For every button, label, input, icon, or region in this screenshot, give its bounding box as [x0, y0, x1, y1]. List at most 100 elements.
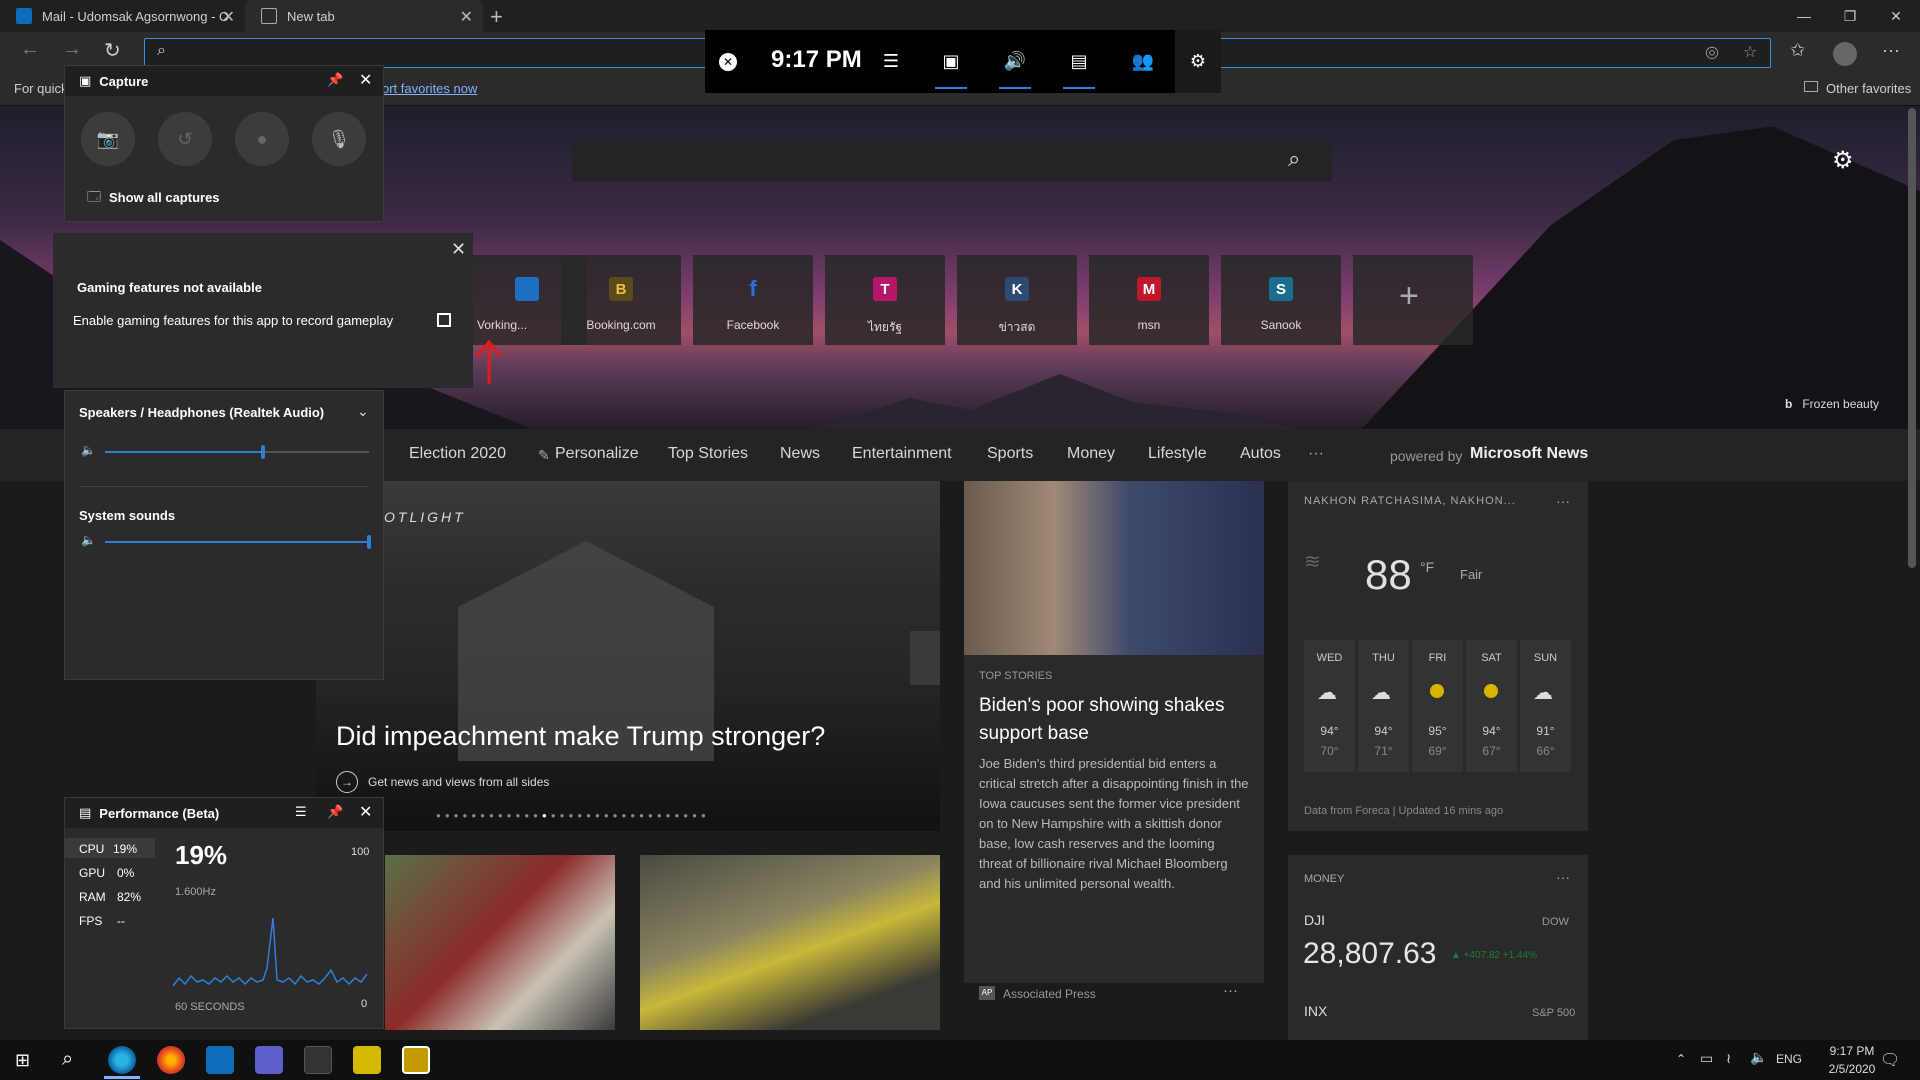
spotlight-headline[interactable]: Did impeachment make Trump stronger? — [336, 721, 825, 752]
quicklink-tile[interactable]: K ข่าวสด — [957, 255, 1077, 345]
quicklink-tile[interactable]: S Sanook — [1221, 255, 1341, 345]
top-story-image[interactable] — [964, 481, 1264, 655]
battery-icon[interactable]: ▭ — [1700, 1050, 1713, 1067]
start-recording-button[interactable]: ● — [235, 112, 289, 166]
weather-location[interactable]: NAKHON RATCHASIMA, NAKHON... — [1304, 495, 1516, 507]
other-favorites[interactable]: Other favorites — [1826, 81, 1911, 96]
page-scrollbar[interactable] — [1908, 108, 1916, 568]
taskbar-time[interactable]: 9:17 PM — [1822, 1044, 1882, 1058]
device-volume-slider[interactable] — [105, 445, 369, 459]
capture-widget-icon[interactable]: ▣ — [925, 30, 977, 93]
nav-more-icon[interactable]: ··· — [1308, 445, 1324, 463]
spotlight-subtitle[interactable]: Get news and views from all sides — [368, 775, 549, 789]
close-icon[interactable]: ✕ — [359, 70, 372, 90]
quicklink-tile[interactable]: T ไทยรัฐ — [825, 255, 945, 345]
spotlight-card[interactable]: OTLIGHT Did impeachment make Trump stron… — [316, 481, 940, 831]
notifications-icon[interactable]: 🗨 — [1880, 1050, 1900, 1070]
sticky-notes-icon[interactable] — [353, 1046, 381, 1074]
news-thumbnail-sports[interactable] — [385, 855, 615, 1030]
app-d-icon[interactable] — [304, 1046, 332, 1074]
chevron-up-icon[interactable]: ⌃ — [1676, 1052, 1686, 1066]
minimize-icon[interactable]: — — [1781, 0, 1827, 32]
system-volume-slider[interactable] — [105, 535, 371, 549]
teams-icon[interactable] — [255, 1046, 283, 1074]
enable-gaming-checkbox[interactable] — [437, 313, 451, 327]
slider-thumb[interactable] — [261, 445, 265, 459]
close-icon[interactable]: ✕ — [359, 802, 372, 822]
temp-unit[interactable]: °F — [1420, 559, 1434, 575]
performance-widget-icon[interactable]: ▤ — [1053, 30, 1105, 93]
refresh-icon[interactable]: ↻ — [104, 38, 121, 63]
stat-name[interactable]: RAM — [79, 890, 106, 904]
mic-toggle-button[interactable]: 🎙 — [312, 112, 366, 166]
forecast-day[interactable]: THU ☁ 94° 71° — [1358, 640, 1409, 772]
favorite-star-icon[interactable]: ☆ — [1743, 42, 1757, 62]
nav-top-stories[interactable]: Top Stories — [668, 445, 748, 463]
outlook-icon[interactable] — [206, 1046, 234, 1074]
more-icon[interactable]: ··· — [1882, 40, 1900, 61]
dji-label[interactable]: DJI — [1304, 912, 1325, 928]
wifi-icon[interactable]: ≀ — [1726, 1050, 1731, 1067]
performance-header[interactable]: ▤ Performance (Beta) ☰ 📌 ✕ — [65, 798, 383, 828]
quicklink-tile[interactable]: f Facebook — [693, 255, 813, 345]
carousel-dots[interactable]: ●●●●●●●●●●●●●●●●●●●●●●●●●●●●●●● — [436, 811, 710, 820]
search-icon[interactable]: ⌕ — [1288, 146, 1300, 172]
app-yellow-icon[interactable] — [402, 1046, 430, 1074]
microsoft-news-brand[interactable]: Microsoft News — [1470, 445, 1588, 463]
inx-label[interactable]: INX — [1304, 1003, 1327, 1019]
nav-entertainment[interactable]: Entertainment — [852, 445, 952, 463]
close-tab-icon[interactable]: ✕ — [222, 7, 235, 27]
close-tab-icon[interactable]: ✕ — [460, 7, 473, 27]
show-all-captures-link[interactable]: Show all captures — [109, 190, 220, 205]
pin-icon[interactable]: 📌 — [327, 804, 343, 820]
stat-name[interactable]: GPU — [79, 866, 105, 880]
volume-icon[interactable]: 🔈 — [1750, 1049, 1767, 1066]
quicklink-tile[interactable]: M msn — [1089, 255, 1209, 345]
nav-sports[interactable]: Sports — [987, 445, 1033, 463]
more-options-icon[interactable]: ··· — [1556, 869, 1570, 885]
forecast-day[interactable]: SUN ☁ 91° 66° — [1520, 640, 1571, 772]
edge-icon[interactable] — [108, 1046, 136, 1074]
capture-header[interactable]: ▣ Capture 📌 ✕ — [65, 66, 383, 96]
widget-menu-icon[interactable]: ☰ — [868, 30, 914, 93]
forecast-day[interactable]: SAT 94° 67° — [1466, 640, 1517, 772]
more-options-icon[interactable]: ··· — [1223, 982, 1238, 999]
xbox-social-icon[interactable]: 👥 — [1117, 30, 1169, 93]
back-icon[interactable]: ← — [20, 38, 40, 61]
close-window-icon[interactable]: ✕ — [1873, 0, 1919, 32]
taskbar-date[interactable]: 2/5/2020 — [1822, 1062, 1882, 1076]
nav-personalize[interactable]: Personalize — [555, 445, 639, 463]
gear-icon[interactable]: ⚙ — [1832, 146, 1854, 175]
import-favorites-link[interactable]: ort favorites now — [382, 81, 477, 96]
quicklink-tile[interactable]: B Booking.com — [561, 255, 681, 345]
photo-credit[interactable]: b Frozen beauty — [1785, 397, 1879, 411]
gear-icon[interactable]: ⚙ — [1175, 30, 1221, 93]
tab-new-tab[interactable]: New tab ✕ — [245, 0, 483, 32]
favorites-icon[interactable]: ✩ — [1790, 40, 1805, 61]
forward-icon[interactable]: → — [62, 38, 82, 61]
close-icon[interactable]: ✕ — [451, 239, 466, 260]
forecast-day[interactable]: FRI 95° 69° — [1412, 640, 1463, 772]
money-card[interactable]: MONEY ··· DJI DOW 28,807.63 ▲ +407.82 +1… — [1288, 855, 1588, 1045]
audio-widget-icon[interactable]: 🔊 — [989, 30, 1041, 93]
nav-money[interactable]: Money — [1067, 445, 1115, 463]
avatar[interactable] — [1833, 42, 1857, 66]
top-story-source[interactable]: Associated Press — [1003, 987, 1096, 1001]
record-last-button[interactable]: ↺ — [158, 112, 212, 166]
new-tab-button[interactable]: + — [490, 4, 503, 30]
top-story-headline[interactable]: Biden's poor showing shakes support base — [979, 692, 1249, 748]
chevron-down-icon[interactable]: ⌄ — [357, 403, 369, 420]
search-icon[interactable]: ⌕ — [62, 1048, 73, 1071]
nav-election-2020[interactable]: Election 2020 — [409, 445, 506, 463]
stat-name[interactable]: FPS — [79, 914, 102, 928]
nav-news[interactable]: News — [780, 445, 820, 463]
xbox-icon[interactable]: ✕ — [705, 30, 751, 93]
tracking-icon[interactable]: ◎ — [1705, 42, 1719, 62]
add-quicklink-button[interactable]: + — [1353, 255, 1473, 345]
nav-lifestyle[interactable]: Lifestyle — [1148, 445, 1207, 463]
screenshot-button[interactable]: 📷 — [81, 112, 135, 166]
nav-autos[interactable]: Autos — [1240, 445, 1281, 463]
input-language[interactable]: ENG — [1776, 1052, 1802, 1066]
windows-start-icon[interactable]: ⊞ — [15, 1050, 30, 1071]
tab-mail[interactable]: Mail - Udomsak Agsornwong - O ✕ — [0, 0, 245, 32]
